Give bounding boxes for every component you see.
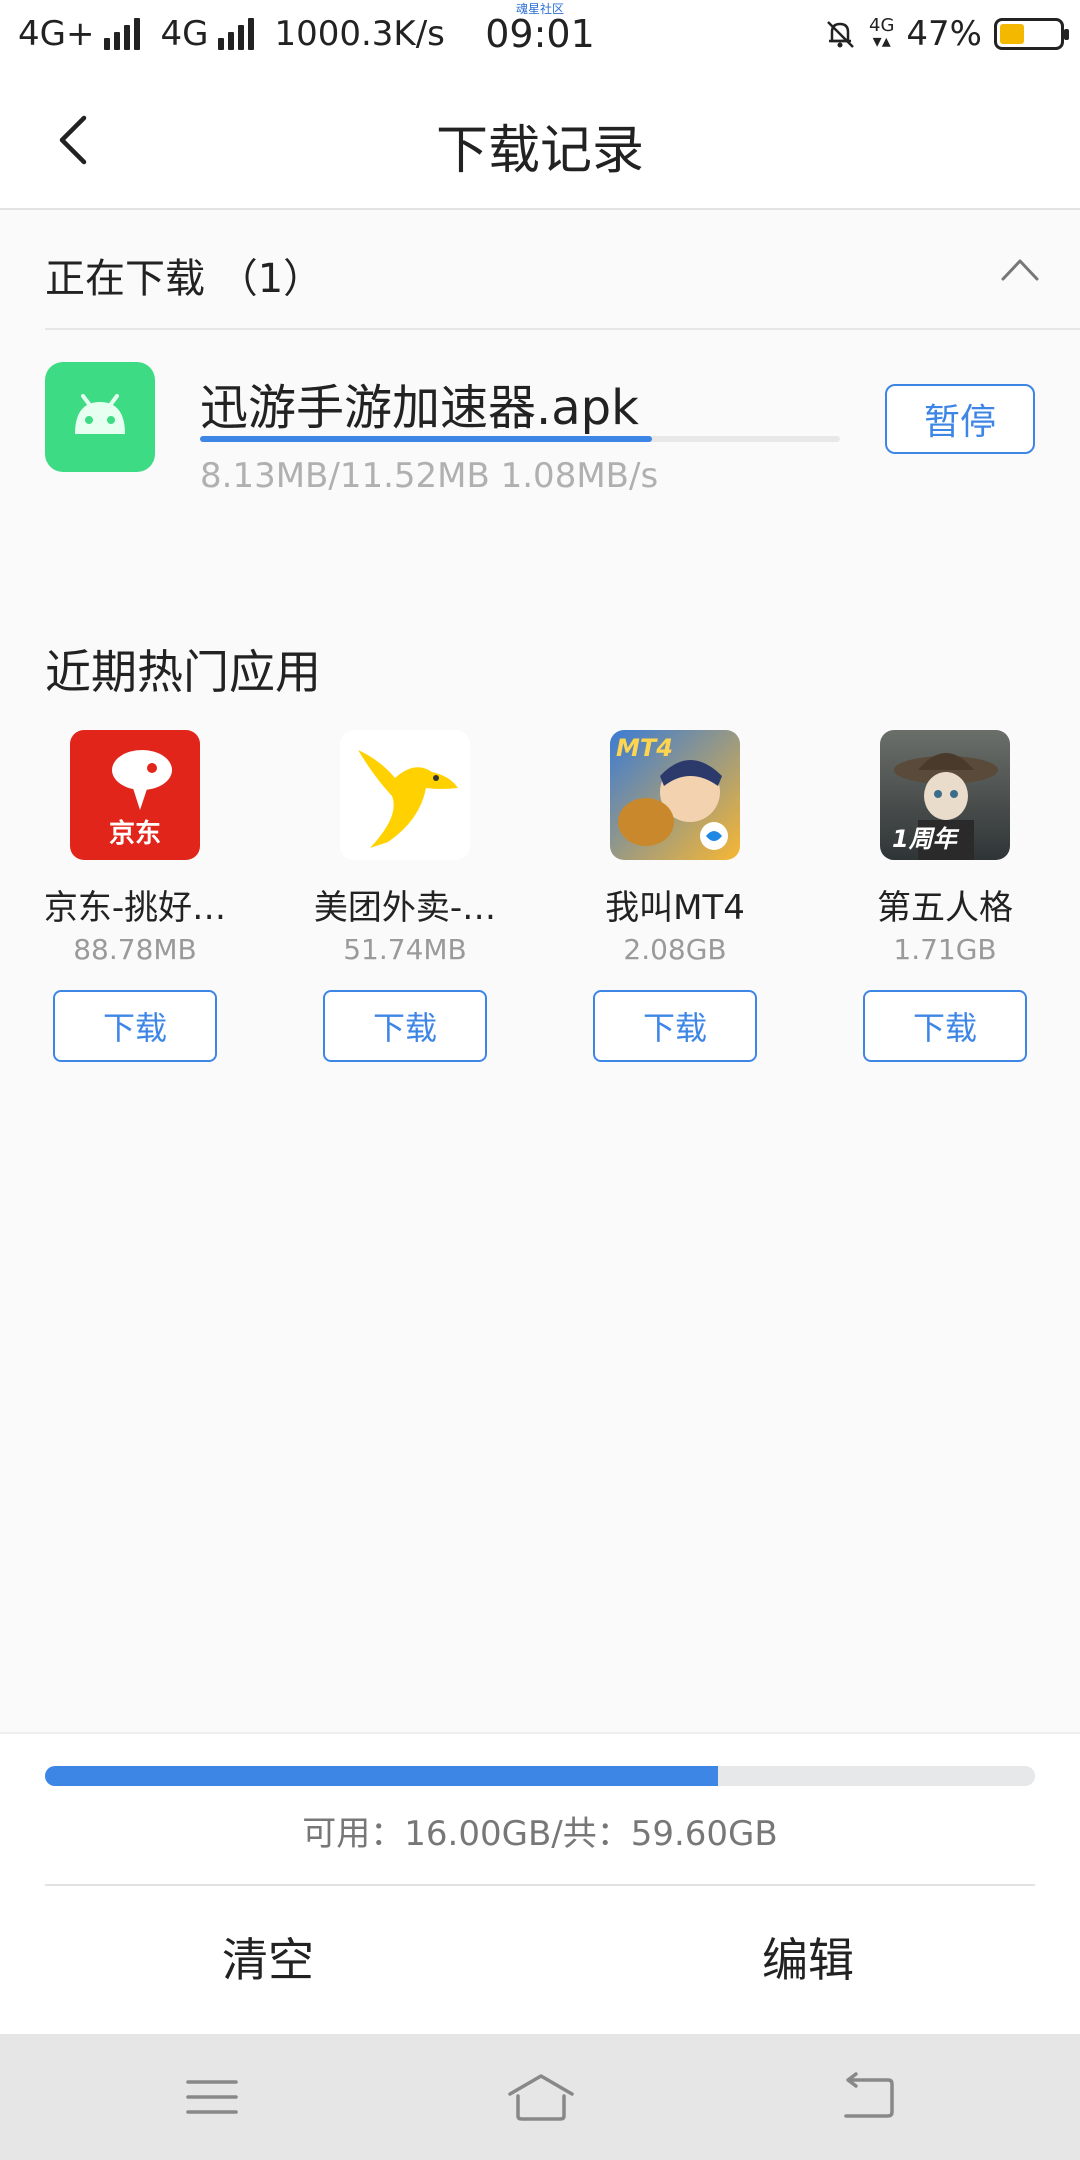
kangaroo-graphic — [358, 750, 458, 848]
app-size: 1.71GB — [893, 933, 997, 966]
app-name: 京东-挑好… — [43, 888, 227, 928]
data-indicator: 4G ▾▴ — [869, 15, 895, 52]
page-title: 下载记录 — [435, 121, 644, 181]
download-item[interactable]: 迅游手游加速器.apk 8.13MB/11.52MB 1.08MB/s 暂停 — [0, 362, 1080, 502]
hot-app-item[interactable]: MT4 我叫MT4 2.08GB 下载 — [540, 730, 810, 1062]
identity-v-app-icon: 1周年 — [880, 730, 1010, 860]
storage-panel: 可用：16.00GB/共：59.60GB 清空 编辑 — [0, 1732, 1080, 2034]
status-right: 4G ▾▴ 47% — [823, 14, 1069, 54]
storage-bar-fill — [45, 1766, 719, 1786]
status-bar: 魂星社区 4G+ 4G 1000.3K/s 09:01 4G ▾▴ 47% — [0, 0, 1080, 70]
hot-apps-title: 近期热门应用 — [45, 645, 321, 699]
storage-bar-track — [45, 1766, 1035, 1786]
app-size: 88.78MB — [73, 933, 197, 966]
hot-app-item[interactable]: 1周年 第五人格 1.71GB 下载 — [810, 730, 1080, 1062]
battery-fill — [1000, 24, 1025, 44]
android-robot-icon — [75, 394, 125, 434]
clear-button[interactable]: 清空 — [222, 1924, 314, 1990]
chevron-up-icon[interactable] — [1000, 256, 1040, 282]
pause-button[interactable]: 暂停 — [885, 384, 1035, 454]
downloading-header[interactable]: 正在下载 （1） — [45, 212, 1080, 330]
jd-app-icon: 京东 — [70, 730, 200, 860]
menu-icon[interactable] — [182, 2072, 242, 2122]
screen: 魂星社区 4G+ 4G 1000.3K/s 09:01 4G ▾▴ 47% 下载… — [0, 0, 1080, 2160]
downloading-section: 正在下载 （1） 迅游手游加速器.apk 8.13MB/11.52MB 1.08… — [0, 212, 1080, 496]
download-button[interactable]: 下载 — [53, 990, 217, 1062]
hot-apps-list: 京东 京东-挑好… 88.78MB 下载 美团外卖-… 51.74MB 下载 M… — [0, 730, 1080, 1062]
storage-text: 可用：16.00GB/共：59.60GB — [302, 1814, 778, 1854]
app-size: 51.74MB — [343, 933, 467, 966]
edit-button[interactable]: 编辑 — [762, 1924, 854, 1990]
download-button[interactable]: 下载 — [593, 990, 757, 1062]
download-button[interactable]: 下载 — [323, 990, 487, 1062]
bell-muted-icon — [827, 21, 854, 48]
app-name: 美团外卖-… — [313, 888, 497, 928]
downloading-title: 正在下载 （1） — [45, 256, 324, 302]
anniversary-text: 1周年 — [892, 825, 957, 853]
mt4-icon-text: MT4 — [616, 734, 673, 762]
navigation-bar — [0, 2034, 1080, 2160]
home-icon[interactable] — [506, 2072, 576, 2122]
data-network-label: 4G — [869, 15, 895, 36]
download-progress-fill — [200, 436, 652, 442]
hot-app-item[interactable]: 京东 京东-挑好… 88.78MB 下载 — [0, 730, 270, 1062]
download-button[interactable]: 下载 — [863, 990, 1027, 1062]
jd-icon-text: 京东 — [108, 819, 161, 849]
app-size: 2.08GB — [623, 933, 727, 966]
divider — [45, 1884, 1035, 1886]
app-name: 第五人格 — [877, 888, 1013, 928]
header: 下载记录 — [0, 70, 1080, 210]
hot-app-item[interactable]: 美团外卖-… 51.74MB 下载 — [270, 730, 540, 1062]
back-icon[interactable] — [838, 2072, 898, 2122]
android-app-icon — [45, 362, 155, 472]
app-name: 我叫MT4 — [605, 888, 745, 928]
download-progress-text: 8.13MB/11.52MB 1.08MB/s — [200, 456, 659, 496]
meituan-app-icon — [340, 730, 470, 860]
battery-percent: 47% — [906, 14, 982, 54]
download-file-name: 迅游手游加速器.apk — [200, 380, 639, 436]
battery-icon — [994, 18, 1069, 50]
mt4-app-icon: MT4 — [610, 730, 740, 860]
download-progress-track — [200, 436, 840, 442]
